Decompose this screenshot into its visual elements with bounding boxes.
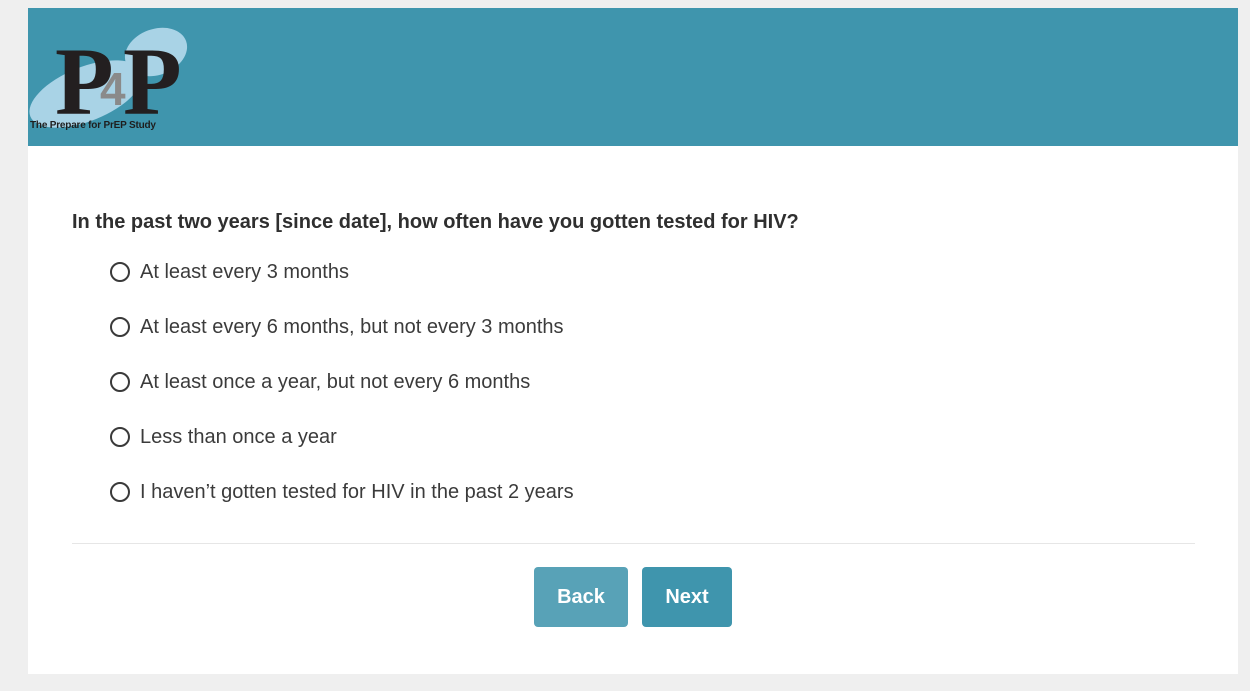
option-label: Less than once a year [140, 426, 337, 448]
option-less-than-yearly[interactable]: Less than once a year [110, 425, 574, 480]
radio-button[interactable] [110, 317, 130, 337]
back-button[interactable]: Back [534, 567, 628, 627]
radio-button[interactable] [110, 372, 130, 392]
divider [72, 543, 1195, 544]
option-label: At least every 6 months, but not every 3… [140, 316, 564, 338]
next-button[interactable]: Next [642, 567, 732, 627]
logo-caption: The Prepare for PrEP Study [30, 120, 156, 131]
option-every-6-months[interactable]: At least every 6 months, but not every 3… [110, 315, 574, 370]
radio-button[interactable] [110, 482, 130, 502]
radio-button[interactable] [110, 262, 130, 282]
p4p-logo: P P 4 The Prepare for PrEP Study [28, 8, 203, 146]
answer-options: At least every 3 months At least every 6… [110, 260, 574, 535]
option-once-a-year[interactable]: At least once a year, but not every 6 mo… [110, 370, 574, 425]
option-every-3-months[interactable]: At least every 3 months [110, 260, 574, 315]
option-label: At least once a year, but not every 6 mo… [140, 371, 531, 393]
header-banner: P P 4 The Prepare for PrEP Study [28, 8, 1238, 146]
logo-letter-p2: P [123, 28, 182, 135]
survey-card: P P 4 The Prepare for PrEP Study In the … [28, 8, 1238, 674]
option-label: At least every 3 months [140, 261, 349, 283]
logo-number-4: 4 [100, 63, 126, 115]
question-text: In the past two years [since date], how … [72, 211, 799, 233]
option-not-tested[interactable]: I haven’t gotten tested for HIV in the p… [110, 480, 574, 535]
radio-button[interactable] [110, 427, 130, 447]
option-label: I haven’t gotten tested for HIV in the p… [140, 481, 574, 503]
